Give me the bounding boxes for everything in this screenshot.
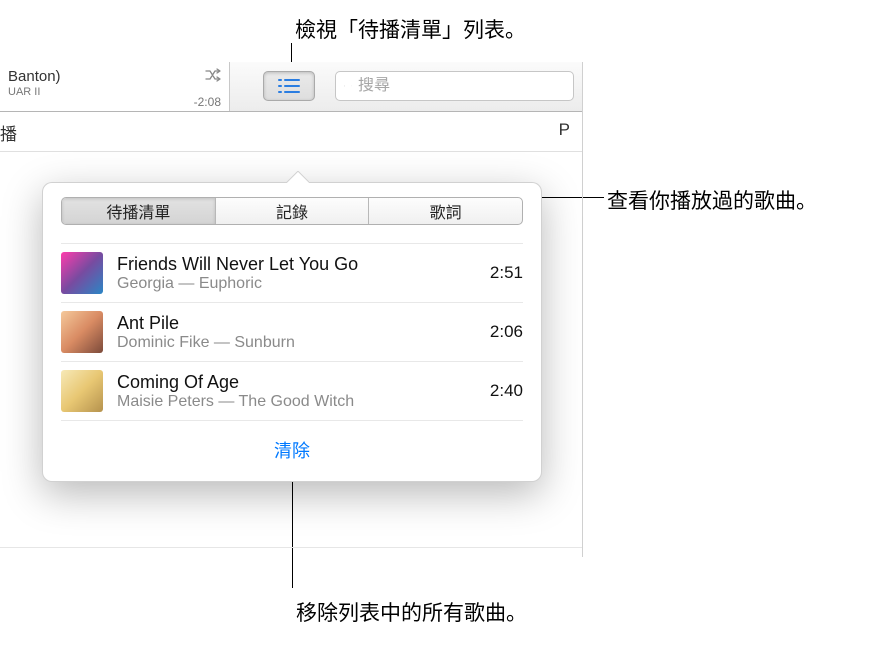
tab-history[interactable]: 記錄 [216,198,370,224]
track-title: Ant Pile [117,313,476,334]
album-art [61,252,103,294]
callout-bottom: 移除列表中的所有歌曲。 [296,597,527,627]
callout-line [603,197,604,198]
track-row[interactable]: Ant Pile Dominic Fike — Sunburn 2:06 [61,303,523,362]
sub-toolbar-left-label: 播 [0,120,17,145]
up-next-button[interactable] [263,71,315,101]
app-window: Banton) UAR II -2:08 [0,62,583,557]
callout-right: 查看你播放過的歌曲。 [607,185,817,215]
tab-up-next[interactable]: 待播清單 [62,198,216,224]
popover-arrow [285,171,309,183]
track-info: Friends Will Never Let You Go Georgia — … [117,254,476,293]
shuffle-icon[interactable] [205,68,221,82]
list-icon [278,78,300,94]
up-next-popover: 待播清單 記錄 歌詞 Friends Will Never Let You Go… [42,182,542,482]
album-art [61,311,103,353]
track-info: Ant Pile Dominic Fike — Sunburn [117,313,476,352]
segmented-control: 待播清單 記錄 歌詞 [61,197,523,225]
track-duration: 2:40 [490,381,523,401]
track-subtitle: Maisie Peters — The Good Witch [117,393,476,411]
clear-button[interactable]: 清除 [61,437,523,463]
track-list: Friends Will Never Let You Go Georgia — … [61,243,523,421]
chevron-down-icon[interactable] [351,83,352,89]
track-duration: 2:06 [490,322,523,342]
track-row[interactable]: Friends Will Never Let You Go Georgia — … [61,243,523,303]
search-icon [344,79,345,93]
tab-lyrics[interactable]: 歌詞 [369,198,522,224]
now-playing-time-remaining: -2:08 [194,95,221,109]
track-title: Coming Of Age [117,372,476,393]
sub-toolbar: 播 P [0,112,582,152]
toolbar: Banton) UAR II -2:08 [0,62,582,112]
search-field-container[interactable] [335,71,574,101]
callout-top: 檢視「待播清單」列表。 [295,14,526,44]
sub-toolbar-right-label: P [559,120,570,140]
track-row[interactable]: Coming Of Age Maisie Peters — The Good W… [61,362,523,421]
search-input[interactable] [358,77,565,95]
album-art [61,370,103,412]
now-playing-panel[interactable]: Banton) UAR II -2:08 [0,62,230,111]
now-playing-subtitle: UAR II [8,86,219,98]
track-title: Friends Will Never Let You Go [117,254,476,275]
track-subtitle: Georgia — Euphoric [117,275,476,293]
track-duration: 2:51 [490,263,523,283]
track-subtitle: Dominic Fike — Sunburn [117,334,476,352]
now-playing-title: Banton) [8,68,219,85]
track-info: Coming Of Age Maisie Peters — The Good W… [117,372,476,411]
